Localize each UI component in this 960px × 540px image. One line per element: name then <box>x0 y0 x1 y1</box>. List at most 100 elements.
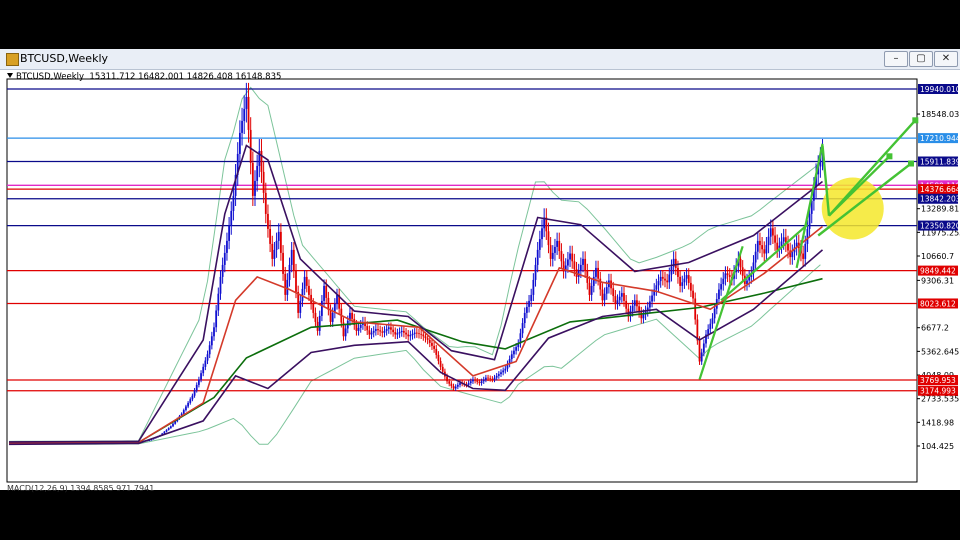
candle-body <box>702 343 705 353</box>
candle-body <box>556 240 559 247</box>
candle-body <box>424 336 427 339</box>
candle-body <box>204 360 207 367</box>
candle-body <box>605 287 608 294</box>
candle-body <box>633 300 636 306</box>
candle-body <box>318 315 321 331</box>
chart-window: BTCUSD,Weekly – ▢ ✕ 18548.03 13289.81 1197… <box>0 49 960 493</box>
candle-body <box>469 381 472 384</box>
candle-body <box>323 285 325 301</box>
arrow-head-marker <box>912 117 919 124</box>
candle-body <box>208 345 211 355</box>
candle-body <box>415 332 418 334</box>
candle-body <box>642 314 645 319</box>
candle-body <box>588 282 591 295</box>
candle-body <box>728 275 731 277</box>
candle-body <box>385 329 388 331</box>
candle-body <box>223 252 226 265</box>
price-level-label: 17210.944 <box>920 134 960 143</box>
candle-body <box>528 300 530 307</box>
candle-body <box>165 429 168 432</box>
candle-body <box>774 235 776 243</box>
candle-body <box>739 258 742 268</box>
candle-body <box>582 258 584 265</box>
candle-body <box>713 308 716 319</box>
price-tick-label: 13289.81 <box>921 205 959 214</box>
candle-body <box>763 249 766 254</box>
candle-body <box>707 329 710 335</box>
candle-body <box>439 360 442 367</box>
candle-body <box>566 259 569 266</box>
candle-body <box>651 295 653 302</box>
candle-body <box>344 328 347 337</box>
candle-body <box>189 399 192 403</box>
candle-body <box>422 334 425 337</box>
candle-body <box>169 426 172 429</box>
candle-body <box>396 333 399 335</box>
candle-body <box>232 195 235 211</box>
candle-body <box>456 384 459 387</box>
candle-body <box>407 334 410 337</box>
candle-body <box>286 279 289 295</box>
candle-body <box>264 192 267 214</box>
candle-body <box>247 96 250 130</box>
candle-body <box>670 266 673 275</box>
candle-body <box>215 310 218 328</box>
candle-body <box>595 267 597 277</box>
candle-body <box>618 296 621 301</box>
candle-body <box>782 237 785 242</box>
candle-body <box>668 274 671 283</box>
candle-body <box>275 240 278 250</box>
candle-body <box>551 252 554 259</box>
price-level-label: 3174.993 <box>920 387 956 396</box>
price-chart[interactable]: 18548.0313289.8111975.25510660.79306.316… <box>0 49 960 490</box>
candle-body <box>288 264 291 280</box>
candle-body <box>741 267 744 276</box>
candle-body <box>271 243 274 259</box>
candle-body <box>500 372 502 375</box>
price-level-label: 9849.442 <box>920 267 956 276</box>
candle-body <box>767 236 770 246</box>
candle-body <box>305 276 308 286</box>
candle-body <box>497 374 500 376</box>
candle-body <box>331 312 334 322</box>
candle-body <box>303 276 306 289</box>
candle-body <box>759 240 761 246</box>
candle-body <box>659 276 662 282</box>
candle-body <box>569 253 571 260</box>
candle-body <box>597 267 600 279</box>
candle-body <box>478 381 481 384</box>
candle-body <box>418 333 420 335</box>
candle-body <box>297 291 300 313</box>
candle-body <box>769 228 772 237</box>
candle-body <box>504 368 507 371</box>
candle-body <box>560 251 563 262</box>
candle-body <box>262 171 265 193</box>
candle-body <box>592 276 595 286</box>
candle-body <box>484 377 487 380</box>
candle-body <box>780 241 783 246</box>
candle-body <box>191 395 194 400</box>
candle-body <box>295 270 297 292</box>
candle-body <box>450 383 453 387</box>
candle-body <box>245 96 248 109</box>
candle-body <box>370 332 373 335</box>
candle-body <box>426 338 429 340</box>
candle-body <box>683 278 686 283</box>
candle-body <box>476 380 479 382</box>
candle-body <box>612 288 615 297</box>
dropdown-triangle-icon[interactable] <box>7 73 13 78</box>
candle-body <box>493 377 496 380</box>
candle-body <box>603 293 606 301</box>
candle-body <box>368 330 371 335</box>
candle-body <box>474 379 477 381</box>
candle-body <box>284 273 287 295</box>
price-level-label: 3769.953 <box>920 376 956 385</box>
candle-body <box>771 228 774 236</box>
candle-body <box>312 303 315 313</box>
candle-body <box>472 379 474 382</box>
candle-body <box>254 180 256 196</box>
candle-body <box>467 383 470 385</box>
candle-body <box>314 312 317 322</box>
candle-body <box>700 352 703 362</box>
price-tick-label: 5362.645 <box>921 347 959 356</box>
